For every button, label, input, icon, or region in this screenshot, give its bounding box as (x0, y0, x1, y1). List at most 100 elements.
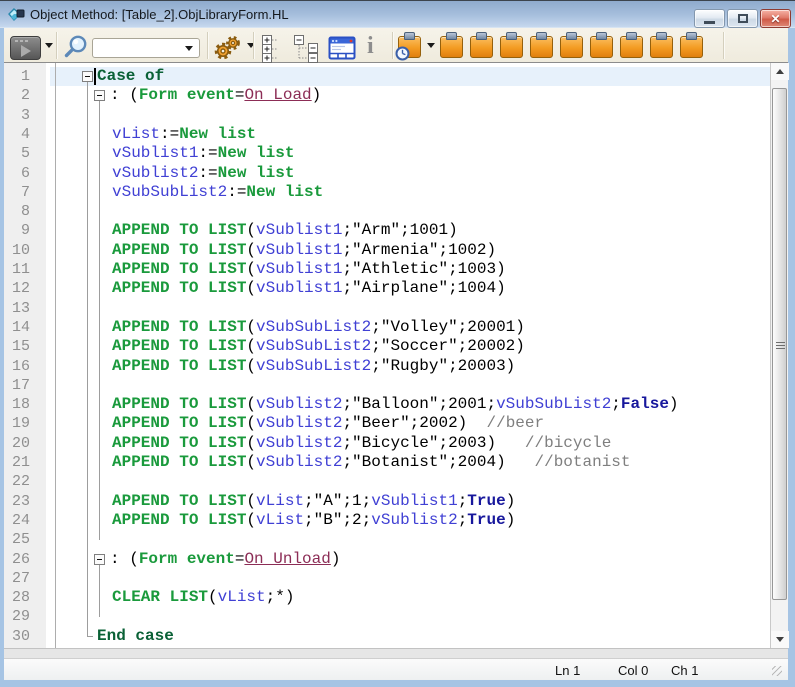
code-token: New list (218, 144, 295, 162)
code-line-11[interactable]: APPEND TO LIST(vSublist1;"Athletic";1003… (4, 260, 770, 279)
code-token: := (198, 144, 217, 162)
vertical-scrollbar[interactable] (770, 63, 788, 648)
clipboard-5-button[interactable] (560, 32, 583, 59)
toolbar-separator (253, 32, 254, 59)
info-icon[interactable]: i (367, 34, 374, 58)
code-token: vSubSubList2 (496, 395, 611, 413)
code-token: ;"Beer";2002) (342, 414, 486, 432)
clipboard-clip (686, 32, 697, 40)
code-line-14[interactable]: APPEND TO LIST(vSubSubList2;"Volley";200… (4, 318, 770, 337)
code-line-7[interactable]: vSubSubList2:=New list (4, 183, 770, 202)
code-line-29[interactable] (4, 607, 770, 626)
clipboard-7-button[interactable] (620, 32, 643, 59)
code-token: ) (506, 511, 516, 529)
code-token: APPEND TO LIST (112, 221, 246, 239)
scroll-up-button[interactable] (771, 63, 789, 80)
toolbar-separator (56, 32, 57, 59)
horizontal-scrollbar-track[interactable] (4, 648, 788, 658)
code-line-30[interactable]: End case (4, 627, 770, 646)
code-token: ; (611, 395, 621, 413)
code-line-8[interactable] (4, 202, 770, 221)
code-line-15[interactable]: APPEND TO LIST(vSubSubList2;"Soccer";200… (4, 337, 770, 356)
code-line-25[interactable] (4, 530, 770, 549)
search-combobox[interactable] (92, 38, 200, 58)
code-token: APPEND TO LIST (112, 279, 246, 297)
code-line-17[interactable] (4, 376, 770, 395)
code-token: ( (246, 337, 256, 355)
code-line-1[interactable]: Case of (4, 67, 770, 86)
code-token: ;"Airplane";1004) (342, 279, 505, 297)
code-token: New list (218, 164, 295, 182)
search-icon (61, 34, 89, 60)
code-line-2[interactable]: : (Form event=On Load) (4, 86, 770, 105)
code-token: ( (246, 357, 256, 375)
code-line-28[interactable]: CLEAR LIST(vList;*) (4, 588, 770, 607)
code-token: CLEAR LIST (112, 588, 208, 606)
code-line-27[interactable] (4, 569, 770, 588)
close-icon: ✕ (770, 13, 780, 25)
close-button[interactable]: ✕ (760, 9, 791, 28)
code-line-9[interactable]: APPEND TO LIST(vSublist1;"Arm";1001) (4, 221, 770, 240)
code-line-18[interactable]: APPEND TO LIST(vSublist2;"Balloon";2001;… (4, 395, 770, 414)
code-token: ;"Armenia";1002) (342, 241, 496, 259)
run-button-dots (15, 40, 29, 42)
code-line-4[interactable]: vList:=New list (4, 125, 770, 144)
code-token: vSublist1 (371, 492, 457, 510)
last-clipboard-button[interactable] (398, 32, 421, 59)
title-bar[interactable]: Object Method: [Table_2].ObjLibraryForm.… (0, 1, 795, 28)
code-token: ( (246, 221, 256, 239)
clipboard-8-button[interactable] (650, 32, 673, 59)
search-input[interactable] (96, 40, 182, 56)
clipboard-6-button[interactable] (590, 32, 613, 59)
toolbar: i (4, 28, 788, 63)
code-token: ;"Rugby";20003) (371, 357, 515, 375)
code-line-22[interactable] (4, 472, 770, 491)
code-token: ) (506, 492, 516, 510)
code-line-21[interactable]: APPEND TO LIST(vSublist2;"Botanist";2004… (4, 453, 770, 472)
code-line-20[interactable]: APPEND TO LIST(vSublist2;"Bicycle";2003)… (4, 434, 770, 453)
clipboard-4-button[interactable] (530, 32, 553, 59)
clipboard-3-button[interactable] (500, 32, 523, 59)
scroll-down-button[interactable] (771, 631, 789, 648)
collapse-all-icon[interactable] (294, 35, 322, 63)
code-token: vSublist1 (256, 241, 342, 259)
code-token: ( (246, 511, 256, 529)
code-token: := (160, 125, 179, 143)
code-line-26[interactable]: : (Form event=On Unload) (4, 550, 770, 569)
form-icon[interactable] (328, 36, 356, 61)
code-token: ;*) (266, 588, 295, 606)
macros-gears-icon[interactable] (213, 34, 243, 61)
scrollbar-thumb[interactable] (772, 88, 787, 600)
clipboard-9-button[interactable] (680, 32, 703, 59)
code-token: //beer (486, 414, 544, 432)
text-caret (94, 68, 96, 85)
code-line-12[interactable]: APPEND TO LIST(vSublist1;"Airplane";1004… (4, 279, 770, 298)
clipboard-dropdown-arrow-icon[interactable] (427, 43, 435, 48)
clipboard-2-button[interactable] (470, 32, 493, 59)
code-token: vSublist2 (256, 453, 342, 471)
code-token: True (467, 511, 505, 529)
minimize-button[interactable] (694, 9, 725, 28)
code-line-13[interactable] (4, 299, 770, 318)
code-line-6[interactable]: vSublist2:=New list (4, 164, 770, 183)
run-method-button[interactable] (10, 36, 41, 60)
code-token: ( (246, 241, 256, 259)
clipboard-1-button[interactable] (440, 32, 463, 59)
code-line-23[interactable]: APPEND TO LIST(vList;"A";1;vSublist1;Tru… (4, 492, 770, 511)
maximize-button[interactable] (727, 9, 758, 28)
run-dropdown-arrow-icon[interactable] (45, 43, 53, 48)
search-dropdown-arrow-icon[interactable] (185, 46, 193, 51)
resize-grip[interactable] (772, 666, 782, 676)
code-line-3[interactable] (4, 106, 770, 125)
status-bar: Ln 1 Col 0 Ch 1 (4, 658, 788, 680)
code-token: ;"Balloon";2001; (342, 395, 496, 413)
code-line-24[interactable]: APPEND TO LIST(vList;"B";2;vSublist2;Tru… (4, 511, 770, 530)
code-token: vSublist2 (256, 414, 342, 432)
expand-all-icon[interactable] (262, 35, 284, 63)
code-line-16[interactable]: APPEND TO LIST(vSubSubList2;"Rugby";2000… (4, 357, 770, 376)
code-token: On Load (244, 86, 311, 104)
code-line-10[interactable]: APPEND TO LIST(vSublist1;"Armenia";1002) (4, 241, 770, 260)
code-line-5[interactable]: vSublist1:=New list (4, 144, 770, 163)
code-line-19[interactable]: APPEND TO LIST(vSublist2;"Beer";2002) //… (4, 414, 770, 433)
code-editor[interactable]: 1234567891011121314151617181920212223242… (4, 63, 770, 648)
